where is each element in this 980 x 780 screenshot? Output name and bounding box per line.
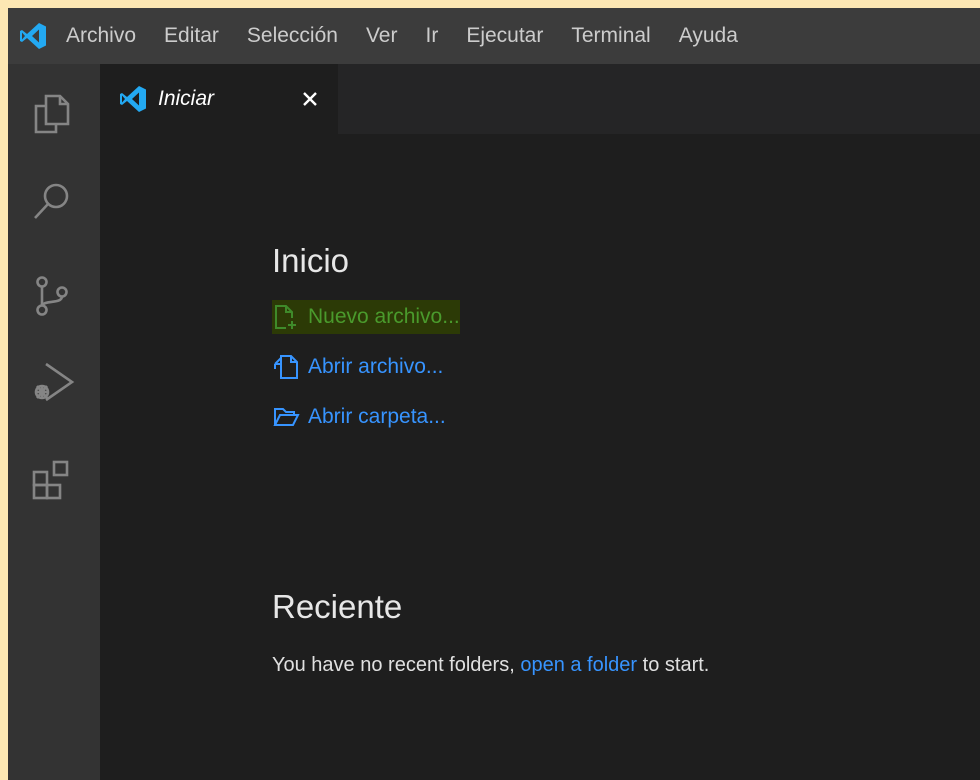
recent-empty-message: You have no recent folders, open a folde… [272,654,709,677]
recent-section-title: Reciente [272,588,403,625]
menu-ejecutar[interactable]: Ejecutar [452,8,557,64]
activity-bar [8,64,100,780]
vscode-logo-icon [118,82,152,116]
menu-ayuda[interactable]: Ayuda [665,8,752,64]
search-icon[interactable] [24,174,80,230]
menu-seleccion[interactable]: Selección [233,8,352,64]
menu-ver[interactable]: Ver [352,8,412,64]
vscode-logo-icon [14,8,52,64]
vscode-window: Archivo Editar Selección Ver Ir Ejecutar… [8,8,980,780]
tab-strip: Iniciar [100,64,980,134]
extensions-icon[interactable] [24,452,80,508]
explorer-icon[interactable] [24,86,80,142]
close-icon[interactable] [296,85,324,113]
open-folder-link[interactable]: Abrir carpeta... [272,400,446,434]
new-file-label: Nuevo archivo... [308,305,460,328]
recent-text-before: You have no recent folders, [272,654,515,676]
recent-text-after: to start. [642,654,710,676]
menu-ir[interactable]: Ir [411,8,452,64]
menu-editar[interactable]: Editar [150,8,233,64]
new-file-link[interactable]: Nuevo archivo... [272,300,460,334]
open-file-label: Abrir archivo... [308,355,444,378]
new-file-icon [272,300,308,334]
source-control-icon[interactable] [24,268,80,324]
open-file-link[interactable]: Abrir archivo... [272,350,443,384]
open-folder-label: Abrir carpeta... [308,405,446,428]
tab-iniciar[interactable]: Iniciar [100,64,338,134]
open-folder-recent-link[interactable]: open a folder [520,654,637,676]
welcome-page: Inicio Nuevo archivo... Abrir archivo... [100,134,980,780]
menubar: Archivo Editar Selección Ver Ir Ejecutar… [8,8,980,64]
open-file-icon [272,350,308,384]
menu-terminal[interactable]: Terminal [557,8,664,64]
open-folder-icon [272,400,308,434]
start-section-title: Inicio [272,242,350,279]
run-debug-icon[interactable] [24,354,80,410]
tab-label: Iniciar [158,87,215,110]
menu-archivo[interactable]: Archivo [52,8,150,64]
